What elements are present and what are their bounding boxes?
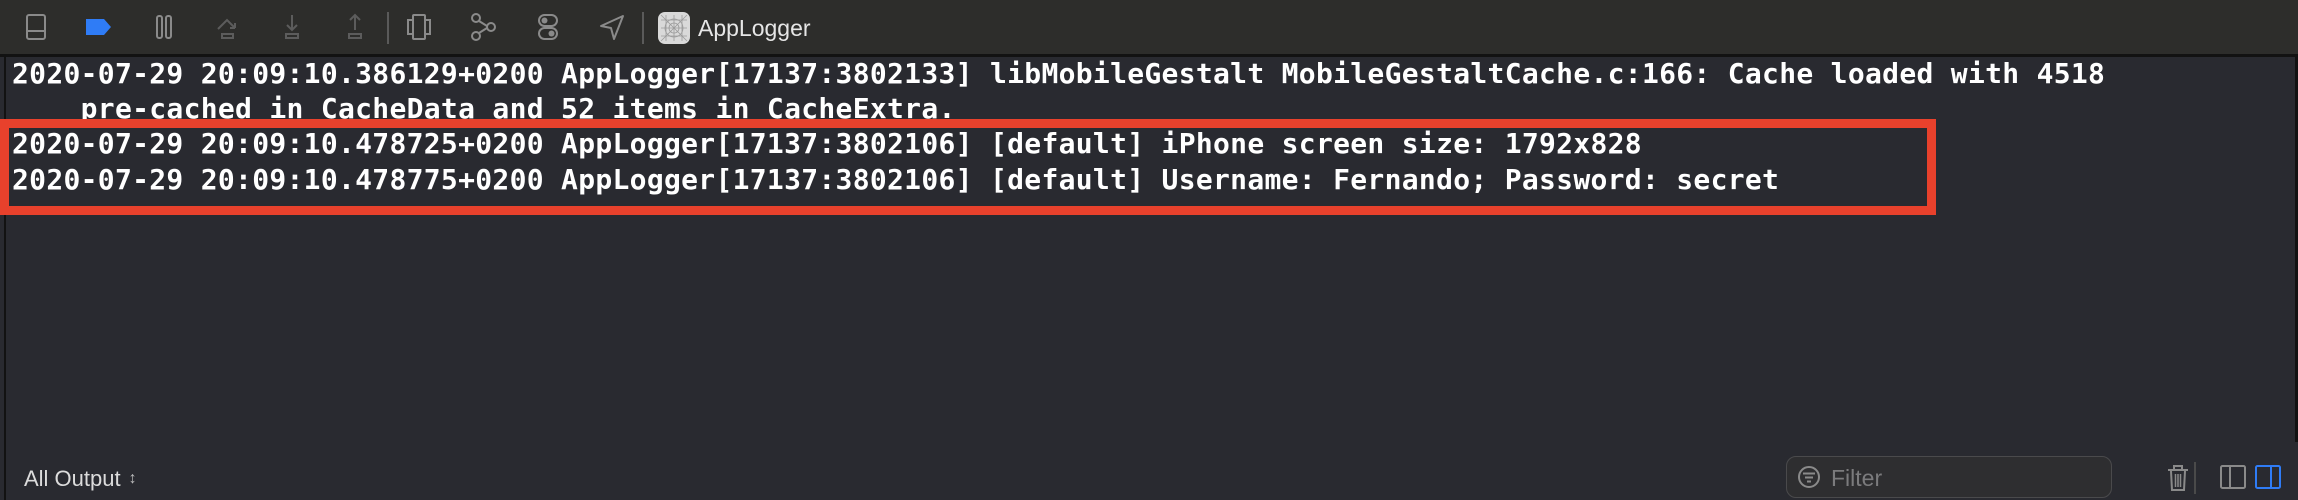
- show-console-view-icon[interactable]: [2253, 462, 2283, 492]
- filter-icon: [1798, 466, 1820, 488]
- log-line: 2020-07-29 20:09:10.386129+0200 AppLogge…: [12, 57, 2106, 90]
- bottom-separator: [2194, 462, 2196, 494]
- breakpoints-toggle-icon[interactable]: [82, 12, 114, 42]
- debug-view-hierarchy-icon[interactable]: [403, 12, 435, 42]
- output-scope-selector[interactable]: All Output ↕: [24, 466, 137, 492]
- filter-field[interactable]: [1786, 456, 2112, 498]
- step-over-icon[interactable]: [212, 12, 244, 42]
- toolbar-separator: [642, 12, 644, 44]
- memory-graph-icon[interactable]: [467, 12, 499, 42]
- app-name: AppLogger: [698, 15, 811, 41]
- show-variables-view-icon[interactable]: [2218, 462, 2248, 492]
- chevron-up-down-icon: ↕: [128, 470, 137, 487]
- highlight-box: [0, 119, 1936, 215]
- debug-toolbar: AppLogger: [0, 0, 2298, 57]
- filter-input[interactable]: [1829, 463, 2103, 493]
- environment-overrides-icon[interactable]: [532, 12, 564, 42]
- step-out-icon[interactable]: [339, 12, 371, 42]
- toolbar-separator: [387, 12, 389, 44]
- trash-icon[interactable]: [2163, 462, 2193, 492]
- step-into-icon[interactable]: [276, 12, 308, 42]
- output-scope-label: All Output: [24, 466, 121, 491]
- app-icon: [658, 12, 690, 44]
- console-output[interactable]: 2020-07-29 20:09:10.386129+0200 AppLogge…: [4, 57, 2298, 442]
- hide-debug-area-icon[interactable]: [20, 12, 52, 42]
- simulate-location-icon[interactable]: [596, 12, 628, 42]
- pause-icon[interactable]: [148, 12, 180, 42]
